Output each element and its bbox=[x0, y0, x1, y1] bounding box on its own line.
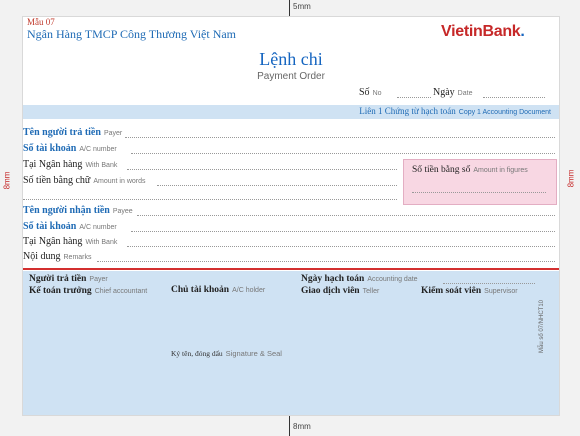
order-date-label: Ngày Date bbox=[433, 87, 473, 98]
right-dimension-label: 8mm bbox=[566, 169, 576, 188]
top-dimension-label: 5mm bbox=[293, 2, 311, 11]
logo-text: VietinBank bbox=[441, 23, 521, 40]
payer-bank-label: Tại Ngân hàng With Bank bbox=[23, 159, 118, 170]
bank-name: Ngân Hàng TMCP Công Thương Việt Nam bbox=[27, 27, 237, 41]
sig-account-holder-label: Chủ tài khoản A/C holder bbox=[171, 285, 266, 295]
order-number-label: Số No bbox=[359, 87, 382, 98]
logo-dot: . bbox=[520, 23, 525, 40]
amount-words-field-1[interactable] bbox=[157, 185, 397, 186]
amount-figures-box[interactable]: Số tiền bằng số Amount in figures bbox=[403, 159, 557, 205]
payer-name-label: Tên người trả tiền Payer bbox=[23, 127, 123, 138]
form-code: Mẫu 07 bbox=[27, 17, 55, 27]
payment-order-form: Mẫu 07 Ngân Hàng TMCP Công Thương Việt N… bbox=[22, 16, 560, 416]
remarks-field[interactable] bbox=[97, 261, 555, 262]
amount-figures-field[interactable] bbox=[412, 192, 546, 193]
top-dimension-arrow bbox=[289, 0, 290, 16]
payee-account-field[interactable] bbox=[131, 231, 555, 232]
payer-bank-field[interactable] bbox=[127, 169, 397, 170]
payee-name-field[interactable] bbox=[137, 215, 555, 216]
order-number-field[interactable] bbox=[397, 97, 431, 98]
payee-name-label: Tên người nhận tiền Payee bbox=[23, 205, 133, 216]
amount-words-field-2[interactable] bbox=[23, 199, 397, 200]
sig-accounting-date-label: Ngày hạch toán Accounting date bbox=[301, 274, 418, 284]
order-date-field[interactable] bbox=[483, 97, 545, 98]
sig-seal-label: Ký tên, đóng dấu Signature & Seal bbox=[171, 349, 282, 358]
bottom-dimension-arrow bbox=[289, 414, 290, 436]
amount-words-label: Số tiền bằng chữ Amount in words bbox=[23, 175, 146, 186]
red-separator bbox=[23, 268, 559, 270]
payer-name-field[interactable] bbox=[125, 137, 555, 138]
left-dimension-label: 8mm bbox=[2, 171, 12, 190]
side-form-code: Mẫu số 07/NHCT10 bbox=[539, 299, 545, 353]
title-vietnamese: Lệnh chi bbox=[259, 49, 323, 69]
payer-account-field[interactable] bbox=[131, 153, 555, 154]
payee-bank-field[interactable] bbox=[127, 246, 555, 247]
sig-supervisor-label: Kiểm soát viên Supervisor bbox=[421, 286, 518, 296]
sig-teller-label: Giao dịch viên Teller bbox=[301, 286, 380, 296]
remarks-label: Nội dung Remarks bbox=[23, 251, 92, 262]
payee-account-label: Số tài khoản A/C number bbox=[23, 221, 117, 232]
payee-bank-label: Tại Ngân hàng With Bank bbox=[23, 236, 118, 247]
title-english: Payment Order bbox=[257, 71, 325, 82]
vietinbank-logo: VietinBank. bbox=[441, 23, 525, 41]
accounting-date-field[interactable] bbox=[443, 283, 535, 284]
copy-label: Liên 1 Chứng từ hạch toán Copy 1 Accounti… bbox=[359, 106, 551, 116]
sig-chief-accountant-label: Kế toán trưởng Chief accountant bbox=[29, 286, 148, 296]
payer-account-label: Số tài khoản A/C number bbox=[23, 143, 117, 154]
sig-payer-label: Người trả tiền Payer bbox=[29, 274, 108, 284]
bottom-dimension-label: 8mm bbox=[293, 422, 311, 431]
amount-figures-label: Số tiền bằng số Amount in figures bbox=[412, 165, 528, 175]
